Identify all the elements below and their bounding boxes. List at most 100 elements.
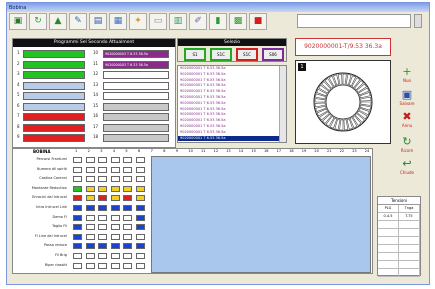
- grid-cell[interactable]: [85, 195, 95, 202]
- grid-cell[interactable]: [73, 253, 82, 259]
- grid-cell[interactable]: [73, 243, 82, 250]
- grid-cell[interactable]: [85, 176, 95, 183]
- grid-cell[interactable]: [136, 214, 145, 221]
- grid-cell[interactable]: [123, 195, 133, 202]
- grid-cell[interactable]: [73, 224, 82, 231]
- grid-cell[interactable]: [98, 233, 108, 240]
- grid-cell[interactable]: [136, 166, 145, 173]
- grid-cell[interactable]: [110, 224, 120, 231]
- calculator-button[interactable]: ▩: [229, 13, 247, 30]
- layers-button[interactable]: ▤: [89, 13, 107, 30]
- slot-2[interactable]: [23, 60, 85, 69]
- grid-cell[interactable]: [123, 224, 133, 231]
- refresh-button[interactable]: ↻: [29, 13, 47, 30]
- grid-cell[interactable]: [136, 253, 145, 259]
- grid-cell[interactable]: [123, 205, 133, 211]
- calendar-button[interactable]: ▥: [169, 13, 187, 30]
- list-scrollbar[interactable]: [279, 66, 286, 142]
- grid-cell[interactable]: [98, 185, 108, 192]
- nuo-button[interactable]: + Nuo: [393, 65, 421, 87]
- slot-7[interactable]: [23, 113, 85, 121]
- grid-cell[interactable]: [98, 253, 108, 259]
- salvare-button[interactable]: ▣ Salvare: [393, 88, 421, 110]
- grid-cell[interactable]: [136, 185, 145, 192]
- grid-cell[interactable]: [123, 233, 133, 240]
- grid-cell[interactable]: [73, 166, 82, 173]
- grid-cell[interactable]: [123, 243, 133, 250]
- pencil-button[interactable]: ✐: [189, 13, 207, 30]
- slot-10[interactable]: 9020000003 T 6.53 36.5a: [103, 50, 169, 58]
- slot-14[interactable]: [103, 92, 169, 100]
- grid-cell[interactable]: [85, 243, 95, 250]
- grid-cell[interactable]: [85, 166, 95, 173]
- grid-cell[interactable]: [98, 214, 108, 221]
- grid-cell[interactable]: [136, 157, 145, 163]
- grid-cell[interactable]: [73, 176, 82, 183]
- annu-button[interactable]: ✖ Annu: [393, 110, 421, 132]
- grid-cell[interactable]: [98, 262, 108, 269]
- slot-4[interactable]: [23, 81, 85, 90]
- grid-cell[interactable]: [98, 157, 108, 163]
- slot-8[interactable]: [23, 123, 85, 132]
- grid-cell[interactable]: [85, 224, 95, 231]
- slot-17[interactable]: [103, 123, 169, 132]
- grid-cell[interactable]: [85, 262, 95, 269]
- grid-cell[interactable]: [73, 205, 82, 211]
- grid-cell[interactable]: [85, 205, 95, 211]
- grid-cell[interactable]: [136, 205, 145, 211]
- slot-16[interactable]: [103, 113, 169, 121]
- grid-cell[interactable]: [123, 185, 133, 192]
- grid-cell[interactable]: [110, 262, 120, 269]
- grid-cell[interactable]: [98, 176, 108, 183]
- grid-cell[interactable]: [110, 157, 120, 163]
- grid-cell[interactable]: [73, 233, 82, 240]
- stop-button[interactable]: ■: [249, 13, 267, 30]
- grid-cell[interactable]: [136, 243, 145, 250]
- wheel-segment[interactable]: [339, 119, 344, 131]
- grid-cell[interactable]: [136, 195, 145, 202]
- grid-cell[interactable]: [123, 166, 133, 173]
- top-input[interactable]: [297, 14, 411, 28]
- slot-6[interactable]: [23, 102, 85, 111]
- grid-cell[interactable]: [110, 195, 120, 202]
- grid-cell[interactable]: [85, 157, 95, 163]
- wheel-segment[interactable]: [342, 73, 347, 85]
- slot-5[interactable]: [23, 92, 85, 100]
- ricom-button[interactable]: ↻ Ricom: [393, 135, 421, 157]
- grid-cell[interactable]: [73, 185, 82, 192]
- grid-cell[interactable]: [98, 243, 108, 250]
- document-button[interactable]: ▭: [149, 13, 167, 30]
- grid-cell[interactable]: [110, 243, 120, 250]
- grid-cell[interactable]: [110, 176, 120, 183]
- grid-cell[interactable]: [73, 262, 82, 269]
- grid-cell[interactable]: [136, 262, 145, 269]
- grid-cell[interactable]: [123, 176, 133, 183]
- grid-cell[interactable]: [110, 205, 120, 211]
- grid-cell[interactable]: [123, 262, 133, 269]
- select-s1c-button[interactable]: S1C: [210, 48, 232, 61]
- select-s06-button[interactable]: S06: [262, 48, 284, 61]
- list-item[interactable]: 9020000001 T 6.53 36.5a: [178, 135, 286, 142]
- grid-cell[interactable]: [110, 166, 120, 173]
- grid-cell[interactable]: [85, 214, 95, 221]
- grid-cell[interactable]: [123, 157, 133, 163]
- wheel-segment[interactable]: [360, 101, 372, 106]
- slot-3[interactable]: [23, 71, 85, 79]
- grid-cell[interactable]: [98, 166, 108, 173]
- grid-cell[interactable]: [136, 233, 145, 240]
- grid-cell[interactable]: [98, 195, 108, 202]
- grid-cell[interactable]: [73, 214, 82, 221]
- slot-13[interactable]: [103, 81, 169, 90]
- grid-cell[interactable]: [110, 253, 120, 259]
- edit-button[interactable]: ✎: [69, 13, 87, 30]
- graph-button[interactable]: ▮: [209, 13, 227, 30]
- grid-cell[interactable]: [85, 185, 95, 192]
- grid-button[interactable]: ▦: [109, 13, 127, 30]
- slot-12[interactable]: [103, 71, 169, 79]
- grid-cell[interactable]: [85, 253, 95, 259]
- grid-cell[interactable]: [136, 176, 145, 183]
- grid-cell[interactable]: [123, 253, 133, 259]
- grid-cell[interactable]: [110, 185, 120, 192]
- slot-1[interactable]: [23, 50, 85, 58]
- grid-cell[interactable]: [73, 157, 82, 163]
